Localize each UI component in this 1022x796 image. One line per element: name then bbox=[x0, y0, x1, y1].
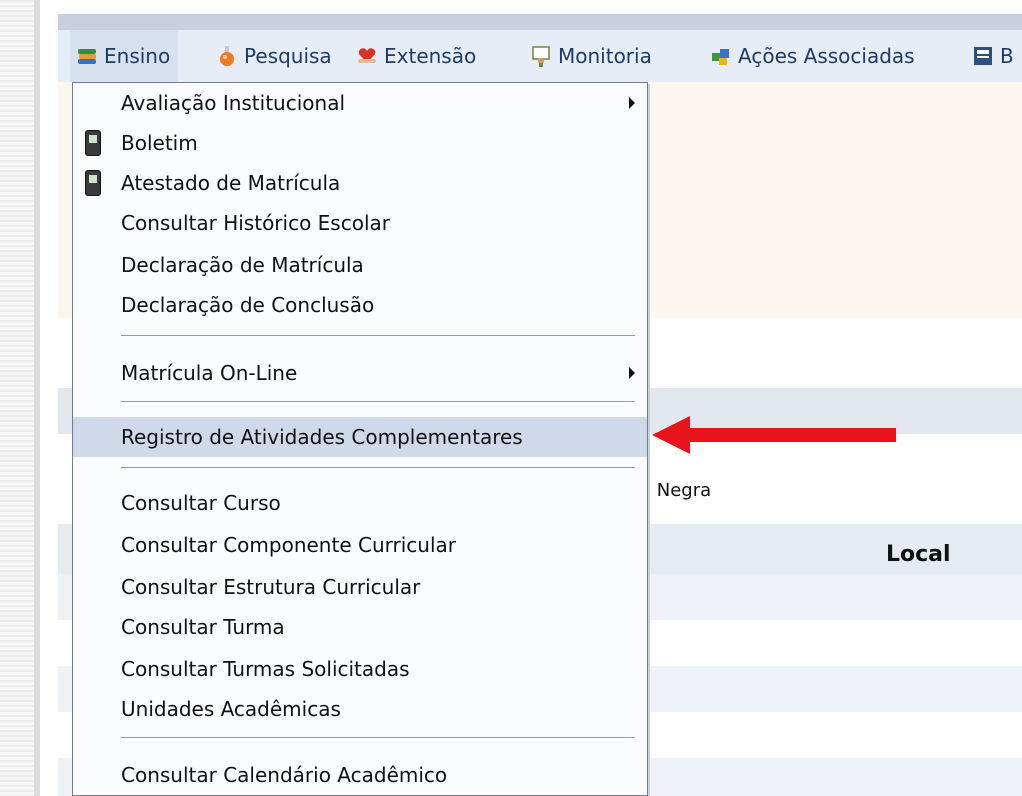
submenu-arrow-icon bbox=[629, 97, 635, 109]
menu-item-label: Consultar Estrutura Curricular bbox=[121, 575, 421, 599]
menu-item-consultar-calendario[interactable]: Consultar Calendário Acadêmico bbox=[73, 755, 647, 795]
menu-b-label: B bbox=[1000, 44, 1014, 68]
menu-extensao[interactable]: Extensão bbox=[356, 30, 476, 82]
menu-item-matricula-online[interactable]: Matrícula On-Line bbox=[73, 353, 647, 393]
menu-item-label: Registro de Atividades Complementares bbox=[121, 425, 523, 449]
menu-item-label: Declaração de Conclusão bbox=[121, 293, 375, 317]
submenu-arrow-icon bbox=[629, 367, 635, 379]
red-pointer-arrow-icon bbox=[652, 416, 896, 454]
top-header-strip bbox=[58, 14, 1022, 30]
menu-monitoria[interactable]: Monitoria bbox=[530, 30, 652, 82]
menu-item-consultar-componente[interactable]: Consultar Componente Curricular bbox=[73, 525, 647, 565]
heart-hands-icon bbox=[356, 45, 378, 67]
menu-item-avaliacao-institucional[interactable]: Avaliação Institucional bbox=[73, 83, 647, 123]
menu-item-declaracao-matricula[interactable]: Declaração de Matrícula bbox=[73, 245, 647, 285]
menu-item-declaracao-conclusao[interactable]: Declaração de Conclusão bbox=[73, 285, 647, 325]
menu-pesquisa-label: Pesquisa bbox=[244, 44, 332, 68]
menu-b-partial[interactable]: B bbox=[972, 30, 1014, 82]
menu-item-consultar-turmas-solicitadas[interactable]: Consultar Turmas Solicitadas bbox=[73, 649, 647, 689]
menu-item-boletim[interactable]: Boletim bbox=[73, 123, 647, 163]
menu-item-label: Atestado de Matrícula bbox=[121, 171, 341, 195]
mobile-phone-icon bbox=[85, 130, 101, 156]
puzzle-icon bbox=[710, 45, 732, 67]
menu-item-label: Consultar Componente Curricular bbox=[121, 533, 456, 557]
menu-item-label: Consultar Turma bbox=[121, 615, 285, 639]
menu-item-label: Consultar Histórico Escolar bbox=[121, 211, 390, 235]
teacher-icon bbox=[530, 45, 552, 67]
menu-item-label: Avaliação Institucional bbox=[121, 91, 346, 115]
partial-text-behind: a Negra bbox=[640, 480, 712, 501]
menu-ensino-label: Ensino bbox=[104, 44, 171, 68]
menu-extensao-label: Extensão bbox=[384, 44, 477, 68]
gutter-divider bbox=[34, 0, 40, 796]
menu-item-atestado-matricula[interactable]: Atestado de Matrícula bbox=[73, 163, 647, 203]
menu-item-label: Declaração de Matrícula bbox=[121, 253, 364, 277]
menu-item-consultar-curso[interactable]: Consultar Curso bbox=[73, 483, 647, 523]
menu-item-consultar-estrutura[interactable]: Consultar Estrutura Curricular bbox=[73, 567, 647, 607]
menu-item-registro-atividades-complementares[interactable]: Registro de Atividades Complementares bbox=[73, 417, 647, 457]
menu-item-label: Consultar Curso bbox=[121, 491, 281, 515]
menu-separator bbox=[121, 335, 635, 336]
mobile-phone-icon bbox=[85, 170, 101, 196]
ensino-dropdown-menu: Avaliação Institucional Boletim Atestado… bbox=[72, 82, 648, 796]
book-icon bbox=[972, 45, 994, 67]
menu-item-consultar-turma[interactable]: Consultar Turma bbox=[73, 607, 647, 647]
menu-item-label: Matrícula On-Line bbox=[121, 361, 298, 385]
menu-pesquisa[interactable]: Pesquisa bbox=[216, 30, 332, 82]
menu-separator bbox=[121, 401, 635, 402]
menu-acoes-associadas[interactable]: Ações Associadas bbox=[710, 30, 915, 82]
menu-item-label: Consultar Calendário Acadêmico bbox=[121, 763, 448, 787]
menu-item-consultar-historico[interactable]: Consultar Histórico Escolar bbox=[73, 203, 647, 243]
menu-item-label: Unidades Acadêmicas bbox=[121, 697, 341, 721]
left-gutter bbox=[0, 0, 34, 796]
menu-separator bbox=[121, 737, 635, 738]
menu-acoes-associadas-label: Ações Associadas bbox=[738, 44, 915, 68]
menu-separator bbox=[121, 467, 635, 468]
menu-item-label: Boletim bbox=[121, 131, 198, 155]
menu-monitoria-label: Monitoria bbox=[558, 44, 652, 68]
menu-item-label: Consultar Turmas Solicitadas bbox=[121, 657, 410, 681]
flask-icon bbox=[216, 45, 238, 67]
main-menubar: Ensino Pesquisa Extensão Monitoria Ações… bbox=[58, 30, 1022, 83]
menu-ensino[interactable]: Ensino bbox=[70, 30, 179, 82]
column-header-local: Local bbox=[886, 542, 951, 567]
menu-item-unidades-academicas[interactable]: Unidades Acadêmicas bbox=[73, 689, 647, 729]
books-icon bbox=[76, 45, 98, 67]
